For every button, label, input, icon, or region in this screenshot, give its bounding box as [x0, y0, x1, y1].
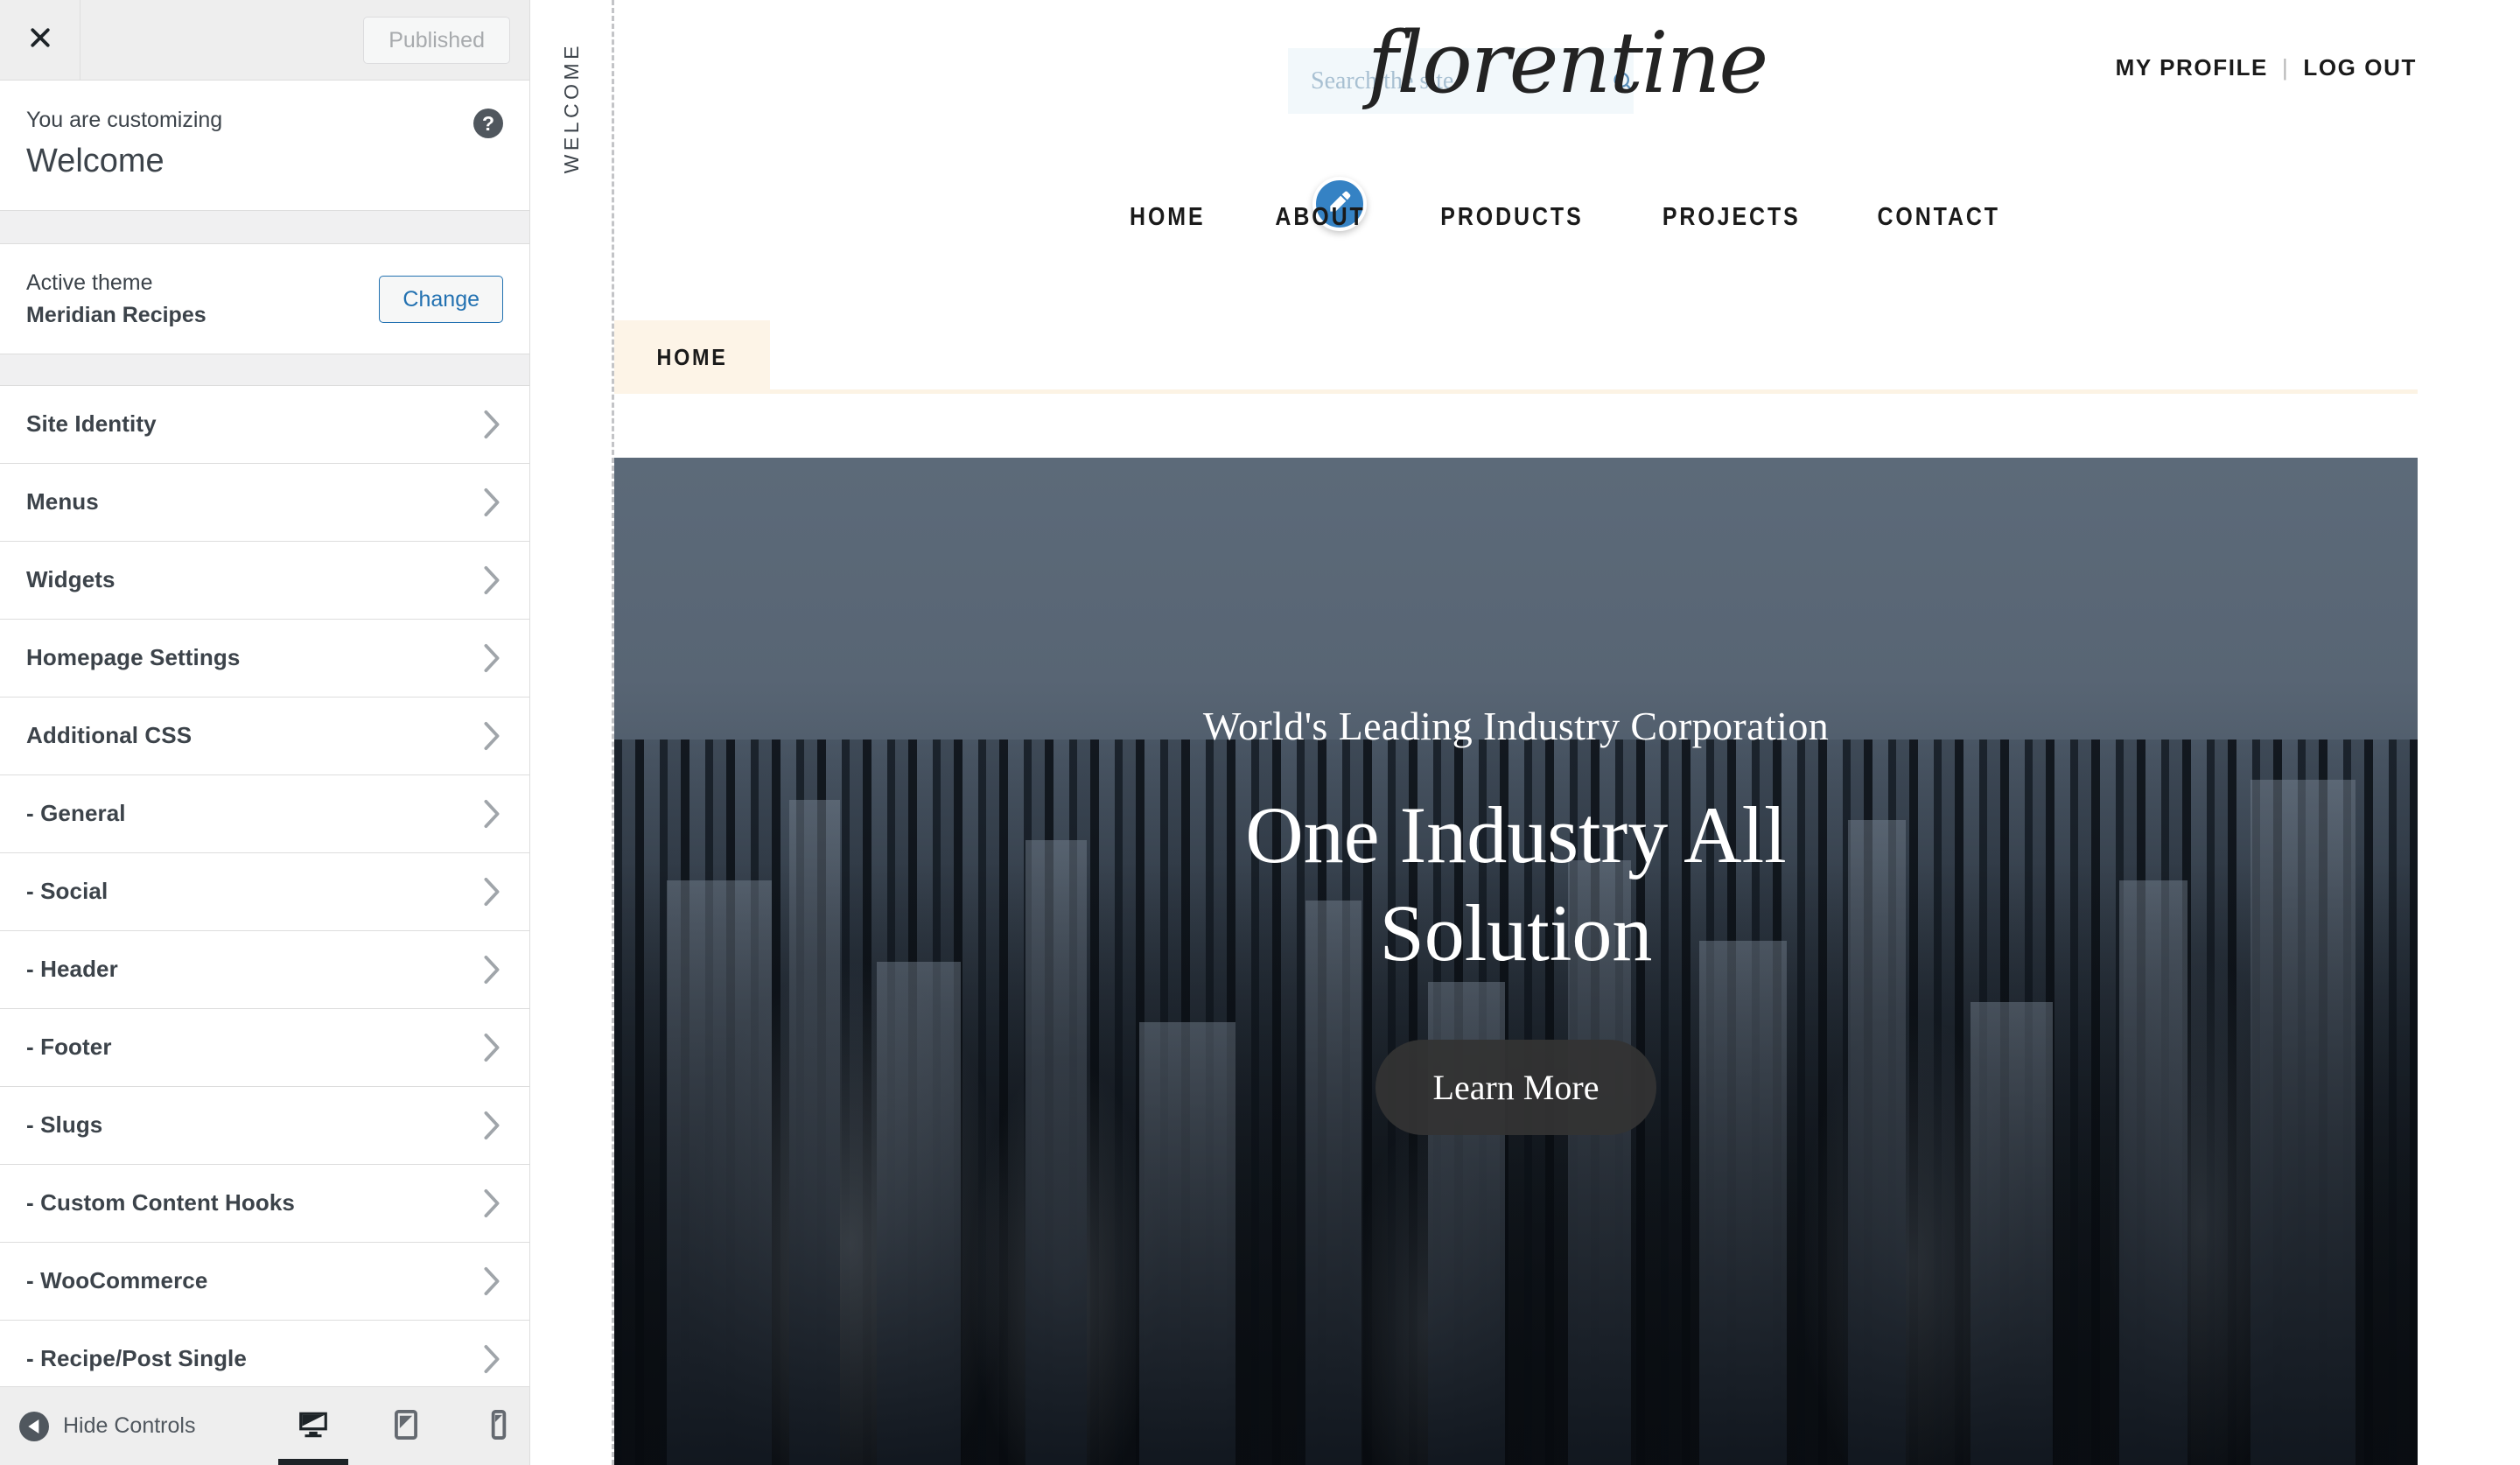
chevron-right-icon	[480, 799, 503, 829]
customizer-topbar: Published	[0, 0, 529, 81]
chevron-right-icon	[480, 1111, 503, 1140]
customizer-section[interactable]: - Header	[0, 930, 529, 1009]
customizer-section[interactable]: - Custom Content Hooks	[0, 1164, 529, 1243]
change-theme-button[interactable]: Change	[379, 275, 503, 323]
mobile-icon	[482, 1408, 515, 1446]
preview-page-label: WELCOME	[559, 42, 583, 174]
customizer-section[interactable]: Homepage Settings	[0, 619, 529, 697]
preview-page-rail: WELCOME	[531, 0, 612, 1465]
account-links-divider: |	[2282, 54, 2290, 81]
sidebar-divider-top	[0, 211, 529, 245]
chevron-right-icon	[480, 877, 503, 907]
site-frame: florentine MY PROFILE | LOG OUT HOMEABOU…	[614, 0, 2520, 1465]
tablet-icon	[389, 1408, 423, 1446]
breadcrumb-label: HOME	[656, 343, 728, 370]
customizer-section[interactable]: - WooCommerce	[0, 1242, 529, 1321]
chevron-right-icon	[480, 643, 503, 673]
publish-button[interactable]: Published	[363, 16, 510, 64]
log-out-link[interactable]: LOG OUT	[2303, 54, 2417, 81]
customizer-footer: Hide Controls	[0, 1386, 529, 1465]
chevron-right-icon	[480, 1344, 503, 1374]
customizer-section-label: - Slugs	[26, 1111, 103, 1139]
nav-item-products[interactable]: PRODUCTS	[1417, 203, 1607, 232]
active-theme-text: Active theme Meridian Recipes	[26, 267, 206, 331]
customizer-sidebar: Published You are customizing Welcome ? …	[0, 0, 530, 1465]
chevron-right-icon	[480, 565, 503, 595]
customizer-section[interactable]: - Social	[0, 852, 529, 931]
chevron-right-icon	[480, 1188, 503, 1218]
close-icon	[27, 25, 53, 55]
customizer-section-label: - Social	[26, 878, 108, 905]
active-theme-name: Meridian Recipes	[26, 302, 206, 327]
customizer-section-label: Site Identity	[26, 410, 157, 438]
hide-controls-button[interactable]: Hide Controls	[19, 1411, 196, 1441]
customizing-title: Welcome	[26, 143, 164, 179]
customizer-section-label: - Recipe/Post Single	[26, 1345, 247, 1372]
customizer-section[interactable]: - Recipe/Post Single	[0, 1320, 529, 1386]
customizer-section-label: Widgets	[26, 566, 116, 593]
sidebar-divider-mid	[0, 354, 529, 386]
customizer-section[interactable]: - General	[0, 775, 529, 853]
customizer-section[interactable]: Site Identity	[0, 385, 529, 464]
nav-item-contact[interactable]: CONTACT	[1853, 203, 2025, 232]
chevron-right-icon	[480, 410, 503, 439]
customizer-section-label: - Custom Content Hooks	[26, 1189, 295, 1216]
customizer-section-label: - Footer	[26, 1034, 112, 1061]
help-icon[interactable]: ?	[473, 109, 503, 138]
chevron-right-icon	[480, 1033, 503, 1062]
breadcrumb-rule	[614, 389, 2418, 394]
chevron-right-icon	[480, 955, 503, 985]
chevron-right-icon	[480, 487, 503, 517]
account-links: MY PROFILE | LOG OUT	[2116, 54, 2417, 81]
device-preview-switcher	[278, 1387, 523, 1465]
customizer-section-label: Menus	[26, 488, 99, 515]
breadcrumb-tab-home[interactable]: HOME	[614, 320, 770, 394]
preview-desktop-button[interactable]	[278, 1387, 348, 1465]
breadcrumb-bar: HOME	[614, 320, 2520, 394]
customizer-section[interactable]: Widgets	[0, 541, 529, 620]
primary-navigation: HOME ABOUT PRODUCTS PROJECTS CONTACT	[614, 203, 2520, 232]
customizer-section[interactable]: - Footer	[0, 1008, 529, 1087]
active-theme-panel: Active theme Meridian Recipes Change	[0, 244, 529, 354]
my-profile-link[interactable]: MY PROFILE	[2116, 54, 2268, 81]
hero-section: World's Leading Industry Corporation One…	[614, 458, 2418, 1465]
customizer-section-label: - WooCommerce	[26, 1267, 208, 1294]
site-preview-pane: WELCOME florentine	[531, 0, 2520, 1465]
chevron-right-icon	[480, 721, 503, 751]
customizing-label: You are customizing	[26, 108, 223, 132]
customizer-section[interactable]: Menus	[0, 463, 529, 542]
active-theme-label: Active theme	[26, 270, 153, 296]
close-customizer-button[interactable]	[0, 0, 80, 80]
chevron-right-icon	[480, 1266, 503, 1296]
nav-item-projects[interactable]: PROJECTS	[1638, 203, 1824, 232]
nav-item-about[interactable]: ABOUT	[1251, 203, 1390, 232]
customizer-section[interactable]: Additional CSS	[0, 697, 529, 775]
hide-controls-label: Hide Controls	[63, 1413, 196, 1438]
customizer-section[interactable]: - Slugs	[0, 1086, 529, 1165]
customizer-section-label: - General	[26, 800, 126, 827]
customizer-sections-list: Site Identity Menus Widgets Homepage Settin…	[0, 385, 529, 1386]
nav-item-home[interactable]: HOME	[1106, 203, 1230, 232]
customizing-info: You are customizing Welcome ?	[0, 81, 529, 212]
customizer-section-label: - Header	[26, 956, 118, 983]
learn-more-button[interactable]: Learn More	[1375, 1040, 1657, 1136]
collapse-arrow-icon	[19, 1411, 49, 1441]
customizer-screen: Published You are customizing Welcome ? …	[0, 0, 2520, 1465]
hero-content: World's Leading Industry Corporation One…	[614, 458, 2418, 1465]
hero-eyebrow: World's Leading Industry Corporation	[1202, 704, 1830, 748]
customizer-section-label: Homepage Settings	[26, 644, 241, 671]
preview-tablet-button[interactable]	[382, 1387, 430, 1465]
desktop-icon	[297, 1408, 330, 1446]
hero-title: One Industry All Solution	[1245, 790, 1787, 978]
preview-mobile-button[interactable]	[474, 1387, 523, 1465]
customizer-section-label: Additional CSS	[26, 722, 192, 749]
